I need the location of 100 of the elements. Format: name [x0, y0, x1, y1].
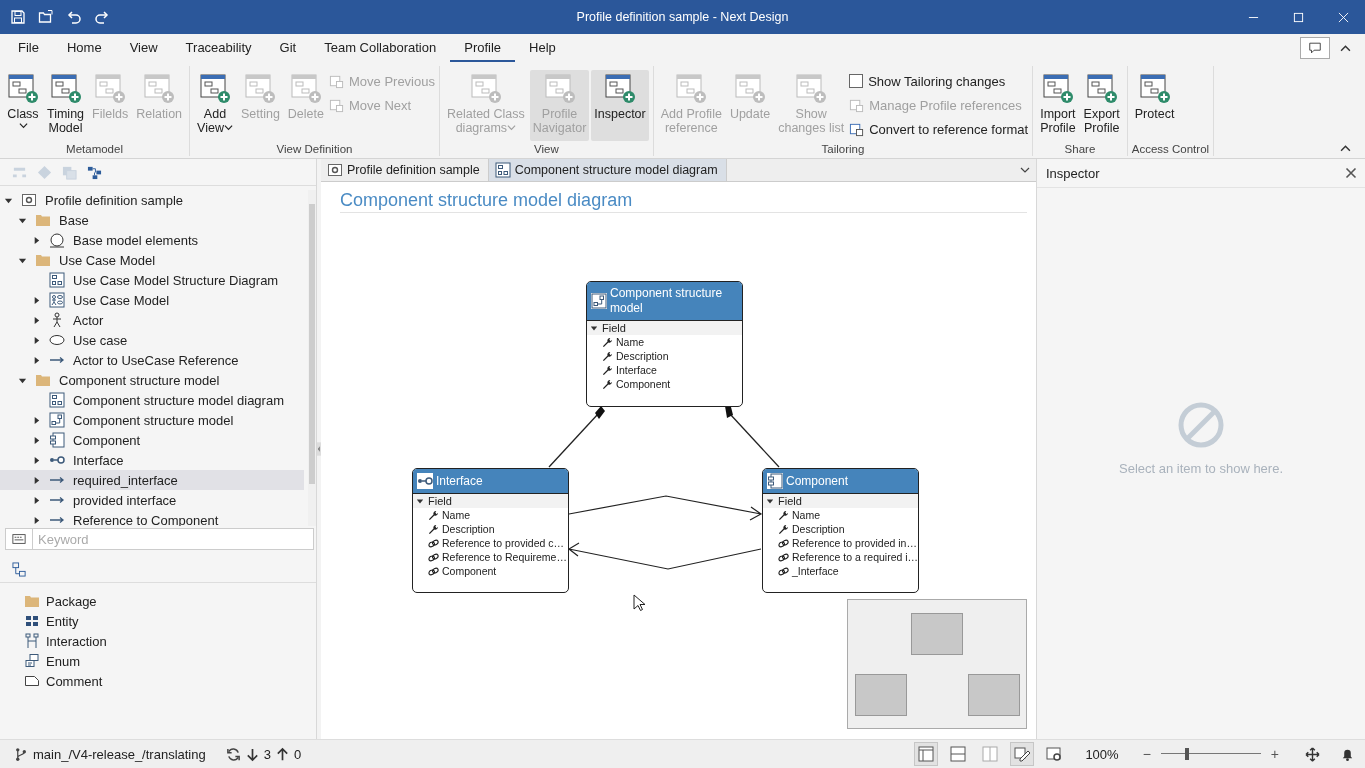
ribbon-button[interactable]: Convert to reference format [849, 120, 1029, 138]
collapse-ribbon-icon[interactable] [1340, 143, 1351, 154]
expand-icon[interactable] [32, 335, 41, 345]
field-item[interactable]: Reference to provided in… [763, 536, 918, 550]
zoom-out-button[interactable]: − [1136, 746, 1157, 762]
expand-icon[interactable] [32, 355, 41, 365]
field-item[interactable]: Description [413, 522, 568, 536]
composition-connector[interactable] [548, 406, 605, 468]
menu-tab[interactable]: Help [515, 34, 570, 62]
tree-item[interactable]: Profile definition sample [0, 190, 308, 210]
maximize-icon[interactable] [1293, 11, 1304, 23]
tree-item[interactable]: Base model elements [0, 230, 308, 250]
hierarchy-icon[interactable] [12, 561, 27, 577]
expand-icon[interactable] [32, 495, 41, 505]
field-item[interactable]: Reference to provided c… [413, 536, 568, 550]
expand-icon[interactable] [32, 415, 41, 425]
branch-name[interactable]: main_/V4-release_/translating [33, 746, 206, 762]
menu-tab[interactable]: File [4, 34, 53, 62]
tree-item[interactable]: Use Case Model [0, 290, 308, 310]
expand-icon[interactable] [32, 475, 41, 485]
slider-thumb[interactable] [1184, 748, 1189, 760]
field-item[interactable]: _Interface [763, 564, 918, 578]
menu-tab[interactable]: Git [265, 34, 311, 62]
open-folder-icon[interactable] [38, 9, 54, 25]
tree-item[interactable]: Component structure model [0, 410, 308, 430]
collapse-panel-icon[interactable] [317, 439, 321, 459]
expand-icon[interactable] [32, 295, 41, 305]
reference-arrow[interactable] [567, 542, 762, 570]
tree-item[interactable]: Component [0, 430, 308, 450]
expand-icon[interactable] [32, 435, 41, 445]
tree-item[interactable]: Component structure model [0, 370, 308, 390]
section-header[interactable]: Field [763, 494, 918, 508]
undo-icon[interactable] [66, 9, 82, 25]
tree-item[interactable]: Component structure model diagram [0, 390, 308, 410]
ribbon-button[interactable]: Protect [1131, 70, 1178, 141]
tree-item[interactable]: Interface [0, 450, 308, 470]
tree-item[interactable]: Use Case Model [0, 250, 308, 270]
expand-icon[interactable] [32, 455, 41, 465]
tree-item[interactable]: provided interface [0, 490, 308, 510]
branch-icon[interactable] [14, 746, 29, 762]
expand-icon[interactable] [32, 235, 41, 245]
redo-icon[interactable] [94, 9, 110, 25]
section-header[interactable]: Field [587, 321, 742, 335]
field-item[interactable]: Name [587, 335, 742, 349]
save-icon[interactable] [10, 9, 26, 25]
wrench-icon [602, 350, 613, 362]
layout-icon[interactable] [915, 743, 938, 765]
field-item[interactable]: Interface [587, 363, 742, 377]
palette-item[interactable]: Package [0, 591, 316, 611]
field-item[interactable]: Reference to a required i… [763, 550, 918, 564]
menu-tab[interactable]: View [115, 34, 172, 62]
palette-item[interactable]: Entity [0, 611, 316, 631]
ribbon-button[interactable]: Inspector [591, 70, 649, 141]
composition-connector[interactable] [725, 406, 780, 468]
tree-item[interactable]: required_interface [0, 470, 304, 490]
tree-item[interactable]: Use case [0, 330, 308, 350]
field-item[interactable]: Component [413, 564, 568, 578]
class-node[interactable]: Component structure model Field Name Description Interface Component [586, 281, 743, 407]
ribbon-button[interactable]: Import Profile [1037, 70, 1079, 141]
close-icon[interactable] [1345, 167, 1357, 179]
field-item[interactable]: Name [763, 508, 918, 522]
tree-item[interactable]: Use Case Model Structure Diagram [0, 270, 308, 290]
palette-item[interactable]: Interaction [0, 631, 316, 651]
menu-tab[interactable]: Home [52, 34, 116, 62]
tree-item[interactable]: Base [0, 210, 308, 230]
editor-tab[interactable]: Profile definition sample [321, 159, 489, 181]
comments-button[interactable] [1300, 37, 1330, 59]
link-nodes-icon[interactable] [87, 164, 102, 180]
field-item[interactable]: Component [587, 377, 742, 391]
menu-tab[interactable]: Team Collaboration [310, 34, 451, 62]
palette-item[interactable]: Enum [0, 651, 316, 671]
palette-item[interactable]: Comment [0, 671, 316, 691]
menu-tab[interactable]: Traceability [171, 34, 266, 62]
dropdown-icon[interactable] [1020, 165, 1030, 175]
expand-icon[interactable] [32, 315, 41, 325]
class-node[interactable]: Interface Field Name Description Reference to provided c… Reference to Requireme… Component [412, 468, 569, 593]
section-header[interactable]: Field [413, 494, 568, 508]
keyword-field[interactable]: Keyword [32, 528, 314, 550]
zoom-slider[interactable] [1160, 746, 1261, 762]
tree-item[interactable]: Actor [0, 310, 308, 330]
sync-icon[interactable] [225, 746, 241, 762]
expand-icon[interactable] [32, 515, 41, 525]
pencil-icon[interactable] [1011, 743, 1034, 765]
ribbon-button[interactable]: Timing Model [44, 70, 88, 141]
class-node[interactable]: Component Field Name Description Reference to provided in… Reference to a required i… _Interface [762, 468, 919, 593]
field-item[interactable]: Description [587, 349, 742, 363]
caret-icon[interactable] [1340, 42, 1351, 54]
ribbon-button[interactable]: Class [4, 70, 42, 141]
editor-tab[interactable]: Component structure model diagram [488, 159, 727, 181]
zoom-in-button[interactable]: + [1264, 746, 1285, 762]
field-item[interactable]: Description [763, 522, 918, 536]
scrollbar[interactable] [308, 190, 316, 526]
field-item[interactable]: Name [413, 508, 568, 522]
move-icon[interactable] [1305, 746, 1320, 762]
reference-arrow[interactable] [568, 495, 763, 521]
ribbon-button[interactable]: Add View [194, 70, 236, 141]
tree-item[interactable]: Actor to UseCase Reference [0, 350, 308, 370]
tailoring-checkbox[interactable]: Show Tailoring changes [849, 72, 1029, 90]
field-item[interactable]: Reference to Requireme… [413, 550, 568, 564]
ribbon-button[interactable]: Export Profile [1080, 70, 1123, 141]
